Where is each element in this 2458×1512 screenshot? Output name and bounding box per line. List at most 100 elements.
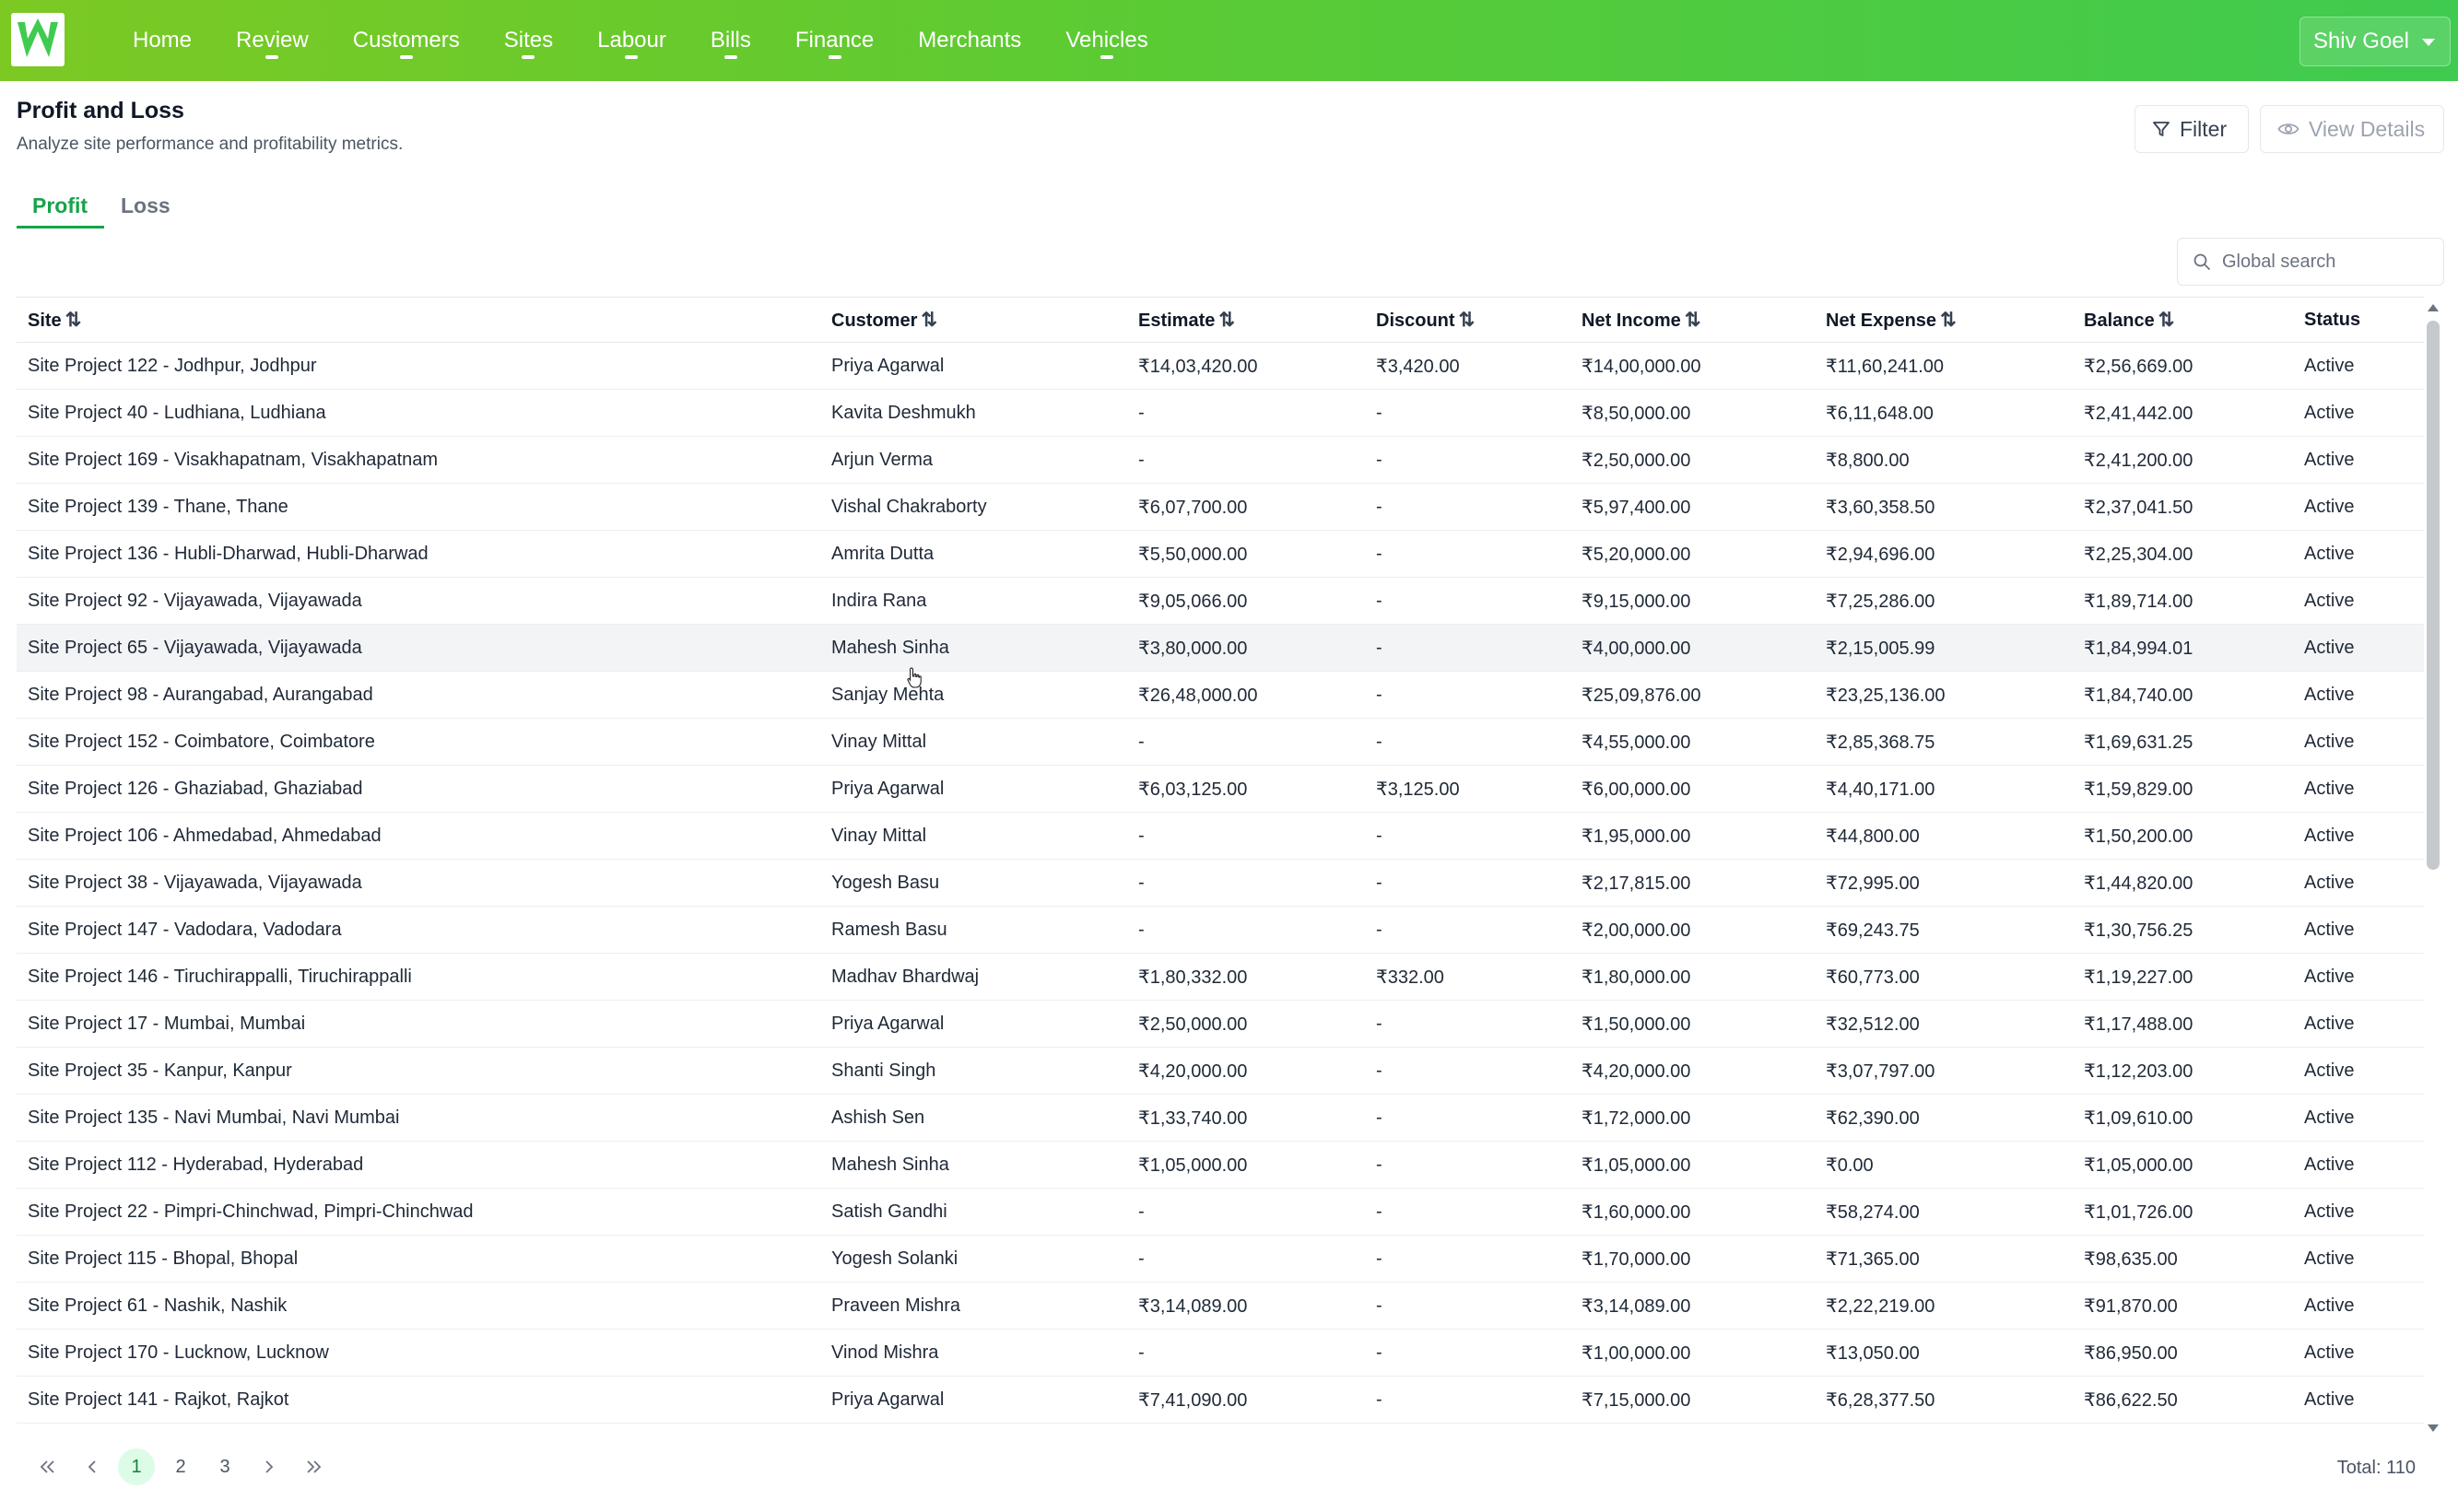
page-button-1[interactable]: 1 [118, 1448, 155, 1485]
table-row[interactable]: Site Project 135 - Navi Mumbai, Navi Mum… [17, 1094, 2424, 1142]
table-row[interactable]: Site Project 92 - Vijayawada, Vijayawada… [17, 577, 2424, 625]
sort-icon[interactable]: ⇅ [2158, 309, 2175, 332]
table-row[interactable]: Site Project 112 - Hyderabad, Hyderabad M… [17, 1141, 2424, 1189]
next-page-icon[interactable] [251, 1448, 288, 1485]
scrollbar-thumb[interactable] [2427, 321, 2440, 870]
nav-item-merchants[interactable]: Merchants [896, 0, 1043, 81]
cell-estimate: ₹6,07,700.00 [1127, 483, 1365, 531]
column-header-label: Net Expense [1826, 310, 1937, 331]
table-row[interactable]: Site Project 22 - Pimpri-Chinchwad, Pimp… [17, 1188, 2424, 1236]
page-button-3[interactable]: 3 [206, 1448, 243, 1485]
cell-net-income: ₹2,00,000.00 [1570, 906, 1815, 954]
cell-discount: - [1365, 624, 1570, 672]
tab-profit[interactable]: Profit [32, 193, 88, 218]
cell-customer: Ashish Sen [820, 1094, 1127, 1142]
cell-customer: Vinod Mishra [820, 1329, 1127, 1377]
cell-estimate: ₹14,03,420.00 [1127, 342, 1365, 390]
search-input[interactable] [2220, 250, 2427, 274]
table-row[interactable]: Site Project 115 - Bhopal, Bhopal Yogesh … [17, 1235, 2424, 1283]
tab-loss[interactable]: Loss [121, 193, 171, 218]
cell-status: Active [2293, 1000, 2424, 1048]
scroll-down-arrow-icon[interactable] [2428, 1424, 2439, 1432]
nav-item-home[interactable]: Home [111, 0, 214, 81]
column-header-customer[interactable]: Customer ⇅ [820, 298, 1127, 343]
table-row[interactable]: Site Project 106 - Ahmedabad, Ahmedabad V… [17, 812, 2424, 860]
sort-icon[interactable]: ⇅ [1685, 309, 1701, 332]
sort-icon[interactable]: ⇅ [1940, 309, 1957, 332]
table-row[interactable]: Site Project 122 - Jodhpur, Jodhpur Priya… [17, 342, 2424, 390]
cell-customer: Vinay Mittal [820, 812, 1127, 860]
table-scrollbar[interactable] [2424, 297, 2442, 1439]
nav-item-label: Labour [597, 28, 666, 53]
table-row[interactable]: Site Project 169 - Visakhapatnam, Visakh… [17, 436, 2424, 484]
dropdown-indicator-icon [625, 55, 639, 59]
first-page-icon[interactable] [29, 1448, 66, 1485]
cell-balance: ₹91,870.00 [2073, 1282, 2293, 1330]
table-row[interactable]: Site Project 147 - Vadodara, Vadodara Ram… [17, 906, 2424, 954]
scroll-up-arrow-icon[interactable] [2428, 304, 2439, 311]
cell-net-expense: ₹62,390.00 [1815, 1094, 2073, 1142]
column-header-status[interactable]: Status [2293, 298, 2424, 343]
column-header-balance[interactable]: Balance ⇅ [2073, 298, 2293, 343]
cell-estimate: ₹1,80,332.00 [1127, 953, 1365, 1001]
table-row[interactable]: Site Project 40 - Ludhiana, Ludhiana Kavi… [17, 389, 2424, 437]
column-header-label: Discount [1376, 310, 1455, 331]
table-row[interactable]: Site Project 146 - Tiruchirappalli, Tiru… [17, 953, 2424, 1001]
table-row[interactable]: Site Project 141 - Rajkot, Rajkot Priya A… [17, 1376, 2424, 1424]
cell-status: Active [2293, 389, 2424, 437]
prev-page-icon[interactable] [74, 1448, 111, 1485]
column-header-net-income[interactable]: Net Income ⇅ [1570, 298, 1815, 343]
column-header-estimate[interactable]: Estimate ⇅ [1127, 298, 1365, 343]
nav-item-labour[interactable]: Labour [575, 0, 688, 81]
last-page-icon[interactable] [295, 1448, 332, 1485]
cell-status: Active [2293, 1141, 2424, 1189]
nav-item-vehicles[interactable]: Vehicles [1043, 0, 1170, 81]
table-row[interactable]: Site Project 35 - Kanpur, Kanpur Shanti S… [17, 1047, 2424, 1095]
sort-icon[interactable]: ⇅ [1459, 309, 1476, 332]
cell-net-income: ₹9,15,000.00 [1570, 577, 1815, 625]
table-row[interactable]: Site Project 170 - Lucknow, Lucknow Vinod… [17, 1329, 2424, 1377]
table-row[interactable]: Site Project 136 - Hubli-Dharwad, Hubli-… [17, 530, 2424, 578]
filter-button[interactable]: Filter [2135, 105, 2249, 153]
sort-icon[interactable]: ⇅ [921, 309, 937, 332]
cell-discount: - [1365, 1376, 1570, 1424]
cell-net-expense: ₹3,07,797.00 [1815, 1047, 2073, 1095]
nav-item-finance[interactable]: Finance [773, 0, 896, 81]
mouse-cursor-icon [907, 667, 922, 688]
table-row[interactable]: Site Project 61 - Nashik, Nashik Praveen … [17, 1282, 2424, 1330]
table-row[interactable]: Site Project 98 - Aurangabad, Aurangabad… [17, 671, 2424, 719]
cell-customer: Ramesh Basu [820, 906, 1127, 954]
user-menu-button[interactable]: Shiv Goel [2299, 17, 2451, 66]
cell-status: Active [2293, 1188, 2424, 1236]
column-header-site[interactable]: Site ⇅ [17, 298, 820, 343]
app-logo[interactable] [11, 13, 65, 66]
cell-balance: ₹1,84,740.00 [2073, 671, 2293, 719]
column-header-discount[interactable]: Discount ⇅ [1365, 298, 1570, 343]
sort-icon[interactable]: ⇅ [1218, 309, 1235, 332]
table-row[interactable]: Site Project 65 - Vijayawada, Vijayawada… [17, 624, 2424, 672]
cell-site: Site Project 65 - Vijayawada, Vijayawada [17, 624, 820, 672]
nav-item-customers[interactable]: Customers [331, 0, 482, 81]
table-row[interactable]: Site Project 152 - Coimbatore, Coimbator… [17, 718, 2424, 766]
sort-icon[interactable]: ⇅ [65, 309, 82, 332]
cell-status: Active [2293, 577, 2424, 625]
table-row[interactable]: Site Project 139 - Thane, Thane Vishal Ch… [17, 483, 2424, 531]
table-row[interactable]: Site Project 17 - Mumbai, Mumbai Priya Ag… [17, 1000, 2424, 1048]
cell-net-expense: ₹2,22,219.00 [1815, 1282, 2073, 1330]
search-icon [2193, 252, 2211, 271]
cell-net-expense: ₹44,800.00 [1815, 812, 2073, 860]
pagination: 1 2 3 Total: 110 [0, 1443, 2458, 1489]
nav-item-bills[interactable]: Bills [688, 0, 773, 81]
nav-item-sites[interactable]: Sites [482, 0, 575, 81]
page-button-2[interactable]: 2 [162, 1448, 199, 1485]
cell-site: Site Project 170 - Lucknow, Lucknow [17, 1329, 820, 1377]
dropdown-indicator-icon [265, 55, 279, 59]
column-header-net-expense[interactable]: Net Expense ⇅ [1815, 298, 2073, 343]
table-row[interactable]: Site Project 38 - Vijayawada, Vijayawada… [17, 859, 2424, 907]
cell-discount: - [1365, 906, 1570, 954]
cell-customer: Kavita Deshmukh [820, 389, 1127, 437]
nav-item-review[interactable]: Review [214, 0, 331, 81]
table-row[interactable]: Site Project 126 - Ghaziabad, Ghaziabad P… [17, 765, 2424, 813]
cell-status: Active [2293, 1282, 2424, 1330]
view-details-button[interactable]: View Details [2260, 105, 2444, 153]
